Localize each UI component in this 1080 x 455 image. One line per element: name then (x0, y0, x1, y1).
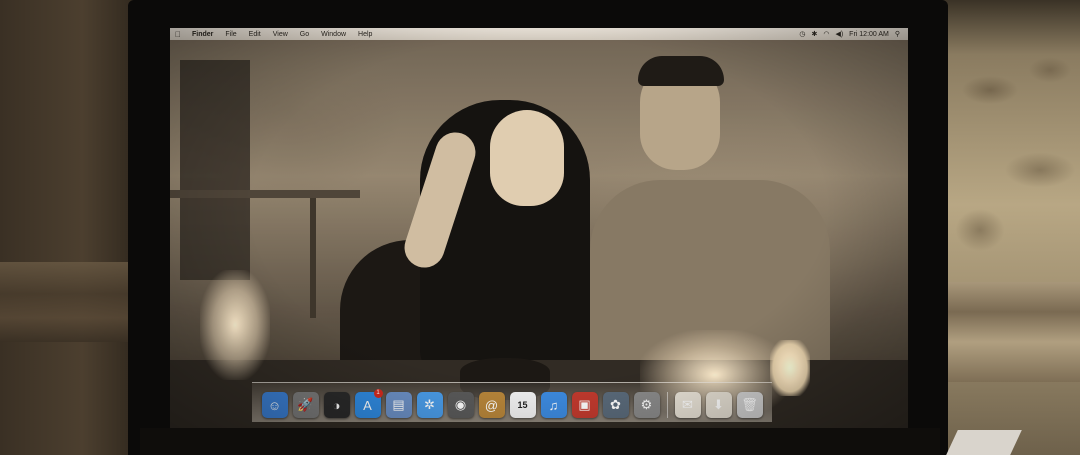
wallpaper-pattern (940, 30, 1080, 290)
time-machine-icon[interactable]: ◷ (799, 30, 805, 38)
dock-downloads-icon[interactable]: ⬇ (705, 392, 732, 418)
dock-system-preferences-icon[interactable]: ⚙ (633, 392, 660, 418)
menu-finder[interactable]: Finder (186, 31, 219, 38)
menu-bar:  Finder File Edit View Go Window Help ◷… (170, 28, 908, 40)
wall-molding (930, 282, 1080, 382)
menu-edit[interactable]: Edit (243, 31, 267, 38)
safari-glyph: ✲ (424, 397, 435, 412)
desk-edge (140, 428, 940, 455)
wifi-icon[interactable]: ◠ (823, 30, 829, 38)
dock-photo-booth-icon[interactable]: ▣ (571, 392, 598, 418)
dock-facetime-icon[interactable]: ◉ (447, 392, 474, 418)
dock-separator (666, 392, 668, 418)
dock-documents-icon[interactable]: ✉ (674, 392, 701, 418)
iphoto-glyph: ✿ (610, 397, 621, 412)
dock-dashboard-icon[interactable]: ◑ (323, 392, 350, 418)
apple-logo-icon[interactable]:  (170, 30, 186, 39)
paper-sheet (946, 430, 1022, 455)
dock-finder-icon[interactable]: ☺ (261, 392, 288, 418)
launchpad-glyph: 🚀 (297, 397, 314, 412)
dock-calendar-icon[interactable]: 15 (509, 392, 536, 418)
calendar-glyph: 15 (517, 400, 528, 410)
dock-app-store-icon[interactable]: A1 (354, 389, 383, 418)
trash-glyph: 🗑 (741, 397, 758, 412)
volume-icon[interactable]: ◀) (835, 30, 843, 38)
dashboard-glyph: ◑ (332, 397, 341, 413)
menu-help[interactable]: Help (352, 31, 378, 38)
documents-glyph: ✉ (682, 397, 693, 412)
finder-glyph: ☺ (267, 397, 282, 413)
app-store-glyph: A (363, 397, 372, 413)
menu-window[interactable]: Window (315, 31, 352, 38)
dock-iphoto-icon[interactable]: ✿ (602, 392, 629, 418)
wall-right (930, 0, 1080, 455)
system-preferences-glyph: ⚙ (640, 397, 653, 412)
menu-file[interactable]: File (219, 31, 242, 38)
status-area: ◷ ✱ ◠ ◀) Fri 12:00 AM ⚲ (799, 30, 908, 39)
dock-safari-icon[interactable]: ✲ (416, 392, 443, 418)
desktop-wallpaper-photo (170, 40, 908, 428)
downloads-glyph: ⬇ (713, 397, 724, 412)
dock: ☺ 🚀 ◑ A 1 ▤ ✲ ◉ @15 ♫ ▣ ✿ ⚙ ✉ ⬇ 🗑 (252, 382, 772, 422)
photo-booth-glyph: ▣ (578, 397, 591, 412)
menu-go[interactable]: Go (294, 31, 315, 38)
dock-contacts-icon[interactable]: @ (478, 392, 505, 418)
notification-badge: 1 (373, 389, 383, 398)
laptop-screen:  Finder File Edit View Go Window Help ◷… (170, 28, 908, 428)
contacts-glyph: @ (484, 397, 499, 413)
bluetooth-icon[interactable]: ✱ (811, 30, 817, 38)
spotlight-icon[interactable]: ⚲ (895, 30, 900, 38)
facetime-glyph: ◉ (454, 397, 467, 412)
menu-clock[interactable]: Fri 12:00 AM (849, 31, 889, 38)
dock-launchpad-icon[interactable]: 🚀 (292, 392, 319, 418)
itunes-glyph: ♫ (548, 397, 559, 413)
menu-view[interactable]: View (267, 31, 294, 38)
dock-itunes-icon[interactable]: ♫ (540, 392, 567, 418)
dock-trash-icon[interactable]: 🗑 (736, 392, 763, 418)
preview-glyph: ▤ (392, 397, 405, 412)
dock-preview-icon[interactable]: ▤ (385, 392, 412, 418)
